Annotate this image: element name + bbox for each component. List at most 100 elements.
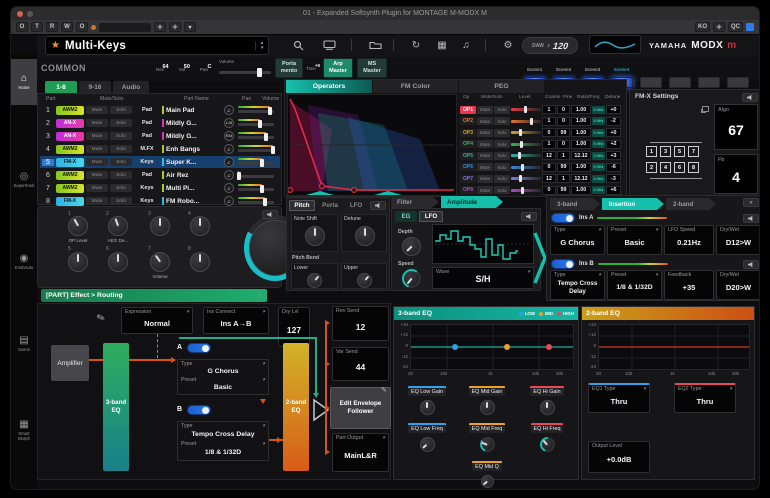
eq-mid-gain-cell[interactable]: EQ Mid Gain <box>460 380 514 415</box>
solo-button[interactable]: Solo <box>110 119 132 127</box>
audition-speaker-button[interactable] <box>262 210 278 219</box>
favorite-star-icon[interactable]: ★ <box>51 40 60 51</box>
ms-master-button[interactable]: MSMaster <box>357 58 387 78</box>
operator-row[interactable]: OP2MuteSolo101.000.0Hz-2 <box>460 116 621 127</box>
eq-hi-gain-cell[interactable]: EQ Hi Gain <box>520 380 574 415</box>
sidebar-item-knobauto[interactable]: ◉ KnobAuto <box>11 239 37 285</box>
display-icon[interactable] <box>321 38 337 52</box>
portamento-button[interactable]: Portamento <box>275 58 303 78</box>
assign-knob-1[interactable] <box>68 216 88 236</box>
slot-a-toggle[interactable] <box>187 343 211 353</box>
pan-knob[interactable]: C <box>224 170 234 180</box>
settings-gear-icon[interactable]: ⚙ <box>501 38 515 52</box>
ins-b-dry-wet[interactable]: Dry/Wet D20>W <box>716 270 760 300</box>
scene-button-5[interactable] <box>640 77 662 88</box>
search-icon[interactable] <box>291 38 305 52</box>
volume-slider[interactable] <box>238 118 274 128</box>
table-row[interactable]: 7AWM2MuteSoloKeysMulti Pi...C <box>40 182 280 194</box>
host-right-button-1[interactable]: KO <box>695 22 710 32</box>
level-slider[interactable] <box>511 177 541 180</box>
mute-button[interactable]: Mute <box>477 186 493 194</box>
audition-speaker-button[interactable] <box>521 212 537 221</box>
host-button-5[interactable]: O <box>76 22 88 32</box>
feedback-selector[interactable]: Fb4 <box>714 154 758 194</box>
eq-hi-freq-cell[interactable]: EQ Hi Freq <box>520 417 574 452</box>
pan-knob[interactable]: C <box>224 183 234 193</box>
slider-handle[interactable] <box>257 68 262 77</box>
volume-slider[interactable] <box>238 183 274 193</box>
operator-row[interactable]: OP6MuteSolo0991.000.0Hz-6 <box>460 162 621 173</box>
host-button-2[interactable]: T <box>31 22 43 32</box>
note-shift-cell[interactable]: Note Shift <box>291 214 338 252</box>
minimize-window-button[interactable] <box>27 11 33 17</box>
part-output-select[interactable]: Part Output▾ MainL&R <box>332 433 389 472</box>
ins-a-lfo-speed[interactable]: LFO Speed 0.21Hz <box>664 225 714 255</box>
lfo-speed-knob[interactable] <box>402 269 421 288</box>
eq1-type-select[interactable]: EQ1 Type▾ Thru <box>588 383 650 413</box>
collapse-button[interactable]: « <box>743 198 759 207</box>
volume-slider[interactable] <box>238 196 274 206</box>
sidebar-item-superknob[interactable]: ◎ SuperKnob <box>11 157 37 203</box>
tab-eg[interactable]: EG <box>395 211 417 222</box>
var-send-field[interactable]: Var Send 44 <box>332 347 389 381</box>
table-row[interactable]: 6AWM2MuteSoloPadAir RezC <box>40 169 280 181</box>
mute-button[interactable]: Mute <box>477 152 493 160</box>
operator-row[interactable]: OP7MuteSolo12112.120.0Hz-3 <box>460 173 621 184</box>
volume-slider[interactable] <box>238 131 274 141</box>
volume-slider[interactable] <box>238 144 274 154</box>
host-right-button-3[interactable]: QC <box>728 22 743 32</box>
solo-button[interactable]: Solo <box>110 106 132 114</box>
assign-knob-5[interactable] <box>68 252 88 272</box>
detune-cell[interactable]: Detune <box>341 214 387 252</box>
assign-knob-3[interactable] <box>150 216 170 236</box>
operator-row[interactable]: OP1MuteSolo101.000.0Hz+0 <box>460 104 621 115</box>
scene-button-8[interactable] <box>727 77 749 88</box>
operator-row[interactable]: OP4MuteSolo101.000.0Hz+2 <box>460 139 621 150</box>
tab-pitch[interactable]: Pitch <box>289 200 315 211</box>
sidebar-item-scene[interactable]: ▤ Scene <box>11 321 37 367</box>
level-slider[interactable] <box>511 131 541 134</box>
solo-button[interactable]: Solo <box>494 140 510 148</box>
assign-knob-7[interactable] <box>150 252 170 272</box>
host-add-button-2[interactable]: ✛ <box>169 22 181 32</box>
mute-button[interactable]: Mute <box>477 175 493 183</box>
mute-button[interactable]: Mute <box>86 132 108 140</box>
host-menu-button[interactable]: ▾ <box>184 22 196 32</box>
level-slider[interactable] <box>511 143 541 146</box>
table-row[interactable]: 1AWM2MuteSoloPadMain PadC <box>40 104 280 116</box>
mute-button[interactable]: Mute <box>86 197 108 205</box>
assign-knob-2[interactable] <box>108 216 128 236</box>
level-slider[interactable] <box>511 108 541 111</box>
ins-b-feedback[interactable]: Feedback +35 <box>664 270 714 300</box>
operator-row[interactable]: OP8MuteSolo0991.000.0Hz+6 <box>460 185 621 196</box>
ins-b-preset-select[interactable]: Preset▾ 1/8 & 1/32D <box>607 270 662 300</box>
performance-stepper[interactable]: ▴▾ <box>255 41 263 50</box>
algorithm-selector[interactable]: Algo67 <box>714 104 758 150</box>
eq2-graph[interactable] <box>598 324 750 370</box>
mute-button[interactable]: Mute <box>86 184 108 192</box>
ins-a-dry-wet[interactable]: Dry/Wet D12>W <box>716 225 760 255</box>
solo-button[interactable]: Solo <box>110 145 132 153</box>
effect-routing-bar[interactable]: [PART] Effect > Routing ▾ <box>41 289 267 302</box>
assign-knob-4[interactable] <box>190 216 210 236</box>
close-window-button[interactable] <box>17 11 23 17</box>
audition-speaker-button[interactable] <box>743 214 759 223</box>
performance-name-box[interactable]: ★ Multi-Keys ▴▾ <box>45 36 269 55</box>
level-slider[interactable] <box>511 189 541 192</box>
tab-3-band[interactable]: 3-band <box>550 198 600 210</box>
lfo-wave-select[interactable]: Wave▾ S/H <box>432 267 534 289</box>
eq2-routing-block[interactable]: 2-bandEQ <box>283 343 309 471</box>
ins-connect-select[interactable]: Ins Connect▾ Ins A→B <box>203 307 269 334</box>
assign-knob-8[interactable] <box>190 252 210 272</box>
copy-icon[interactable] <box>702 106 709 112</box>
solo-button[interactable]: Solo <box>494 175 510 183</box>
tab-parts-9-16[interactable]: 9-16 <box>79 81 111 93</box>
librarian-grid-icon[interactable]: ▦ <box>435 38 449 52</box>
solo-button[interactable]: Solo <box>494 117 510 125</box>
solo-button[interactable]: Solo <box>494 152 510 160</box>
table-row[interactable]: 4AWM2MuteSoloM.FXEnh BangsC <box>40 143 280 155</box>
audition-speaker-button[interactable] <box>743 260 759 269</box>
eq-low-gain-cell[interactable]: EQ Low Gain <box>400 380 454 415</box>
scene-7[interactable] <box>694 58 723 88</box>
tab-lfo[interactable]: LFO <box>345 200 367 211</box>
